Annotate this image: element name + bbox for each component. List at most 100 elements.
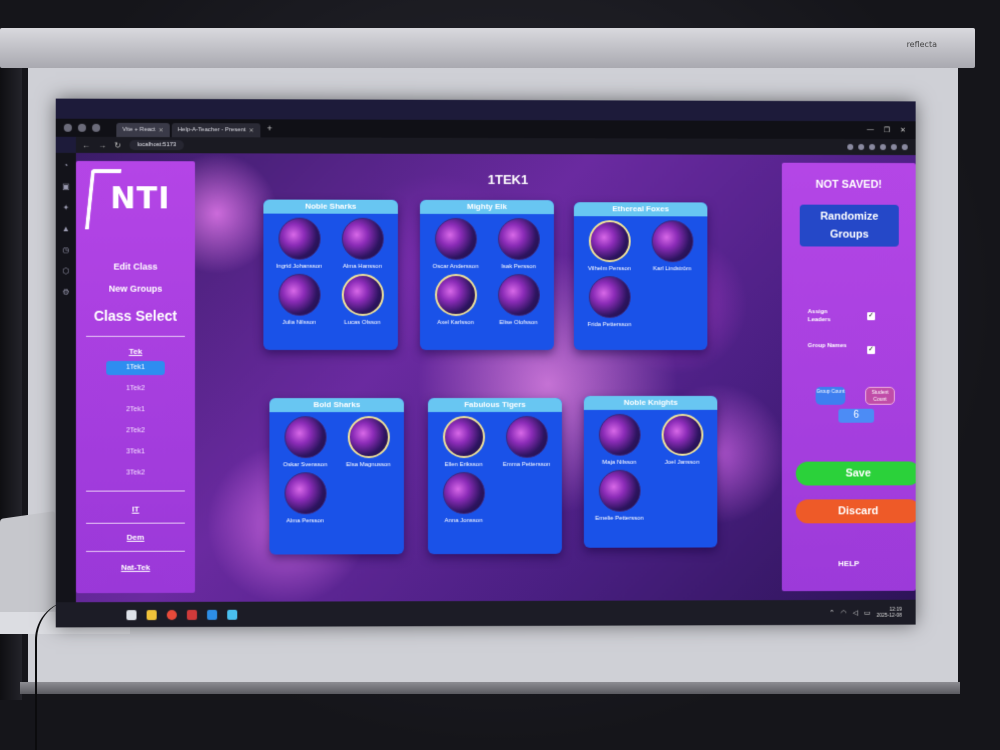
group-names-checkbox[interactable]: ✓ bbox=[867, 346, 876, 355]
leader-avatar bbox=[434, 273, 477, 316]
member[interactable]: Alma Persson bbox=[273, 472, 336, 524]
minimize-button[interactable]: — bbox=[867, 126, 874, 134]
battery-icon[interactable]: ▭ bbox=[864, 608, 871, 616]
category-nat-tek[interactable]: Nat-Tek bbox=[76, 563, 195, 572]
bag-icon[interactable]: ▣ bbox=[62, 182, 70, 191]
projector-screen-housing: reflecta bbox=[0, 28, 975, 68]
group-card[interactable]: Fabulous Tigers Ellen Eriksson Emma Pett… bbox=[427, 397, 562, 555]
avatar bbox=[277, 217, 321, 260]
discard-button[interactable]: Discard bbox=[795, 499, 916, 524]
chevron-up-icon[interactable]: ⌃ bbox=[829, 608, 835, 616]
save-button[interactable]: Save bbox=[795, 461, 916, 486]
cube-icon[interactable]: ⬡ bbox=[62, 266, 69, 275]
category-tek[interactable]: Tek bbox=[76, 347, 195, 356]
member[interactable]: Oskar Svensson bbox=[273, 416, 336, 468]
reload-button[interactable]: ↻ bbox=[114, 140, 121, 149]
maximize-button[interactable]: ❐ bbox=[884, 126, 890, 134]
class-1tek2[interactable]: 1Tek2 bbox=[106, 382, 165, 396]
member[interactable]: Ingrid Johansson bbox=[267, 217, 330, 270]
class-2tek1[interactable]: 2Tek1 bbox=[106, 403, 165, 417]
vscode-icon[interactable] bbox=[207, 609, 218, 620]
wifi-icon[interactable]: ◠ bbox=[841, 608, 847, 616]
opera-icon[interactable] bbox=[186, 609, 197, 620]
file-explorer-icon[interactable] bbox=[146, 609, 157, 620]
member-leader[interactable]: Elsa Magnusson bbox=[337, 416, 400, 468]
member[interactable]: Alma Hansson bbox=[331, 217, 394, 270]
settings-icon[interactable] bbox=[890, 144, 897, 151]
member-name: Elsa Magnusson bbox=[346, 462, 391, 469]
category-dem[interactable]: Dem bbox=[76, 533, 195, 542]
clock[interactable]: 12:19 2025-12-08 bbox=[876, 606, 901, 618]
member-leader[interactable]: Ellen Eriksson bbox=[432, 416, 495, 468]
count-input[interactable]: 6 bbox=[838, 408, 875, 423]
forward-button[interactable]: → bbox=[98, 140, 106, 149]
edit-class-link[interactable]: Edit Class bbox=[76, 261, 195, 272]
member[interactable]: Karl Lindström bbox=[641, 220, 704, 272]
extension-icon[interactable] bbox=[92, 123, 101, 132]
class-3tek2[interactable]: 3Tek2 bbox=[106, 466, 165, 480]
volume-icon[interactable]: ◁ bbox=[853, 608, 858, 616]
member-name: Joel Jansson bbox=[664, 459, 700, 466]
back-button[interactable]: ← bbox=[82, 140, 90, 149]
extension-icon[interactable] bbox=[858, 144, 865, 151]
url-field[interactable]: localhost:5173 bbox=[129, 140, 185, 151]
member-leader[interactable]: Lucas Olsson bbox=[331, 273, 394, 326]
browser-menu-icon[interactable] bbox=[63, 123, 72, 132]
profile-avatar-icon[interactable] bbox=[901, 144, 908, 151]
close-icon[interactable]: ✕ bbox=[249, 127, 254, 134]
member-leader[interactable]: Vilhelm Persson bbox=[578, 220, 641, 272]
group-name: Bold Sharks bbox=[269, 398, 404, 413]
star-icon[interactable]: ✦ bbox=[62, 203, 69, 212]
member-name: Ellen Eriksson bbox=[444, 462, 483, 469]
member-grid: Ellen Eriksson Emma Pettersson Anna Jons… bbox=[428, 412, 562, 526]
member[interactable]: Isak Persson bbox=[487, 218, 550, 270]
tab-vite-react[interactable]: Vite + React ✕ bbox=[116, 122, 170, 138]
history-icon[interactable]: ◷ bbox=[62, 245, 69, 254]
aria-icon[interactable]: ▲ bbox=[62, 224, 70, 233]
close-window-button[interactable]: ✕ bbox=[900, 126, 906, 134]
member[interactable]: Emelie Pettersson bbox=[588, 469, 651, 522]
group-names-label: Group Names bbox=[807, 343, 847, 350]
group-count-toggle[interactable]: Group Count bbox=[815, 386, 846, 405]
member-name: Axel Karlsson bbox=[437, 319, 474, 326]
member[interactable]: Anna Jonsson bbox=[432, 472, 495, 524]
help-link[interactable]: HELP bbox=[782, 559, 916, 568]
taskbar: ⌃ ◠ ◁ ▭ 12:19 2025-12-08 bbox=[55, 599, 916, 628]
new-tab-button[interactable]: + bbox=[262, 123, 277, 133]
member-leader[interactable]: Axel Karlsson bbox=[424, 273, 487, 326]
member[interactable]: Oscar Andersson bbox=[424, 217, 487, 270]
download-icon[interactable] bbox=[880, 144, 886, 151]
member-leader[interactable]: Joel Jansson bbox=[651, 413, 714, 466]
projection-screen-bar bbox=[20, 682, 960, 694]
speed-dial-icon[interactable]: ◔ bbox=[63, 161, 68, 170]
new-groups-link[interactable]: New Groups bbox=[76, 284, 195, 294]
group-card[interactable]: Noble Sharks Ingrid Johansson Alma Hanss… bbox=[263, 199, 398, 350]
gear-icon[interactable]: ⚙ bbox=[62, 288, 69, 297]
member[interactable]: Elise Olofsson bbox=[487, 274, 550, 326]
page-title: 1TEK1 bbox=[487, 171, 529, 188]
member[interactable]: Julia Nilsson bbox=[267, 273, 330, 326]
tab-help-a-teacher[interactable]: Help-A-Teacher - Present ✕ bbox=[171, 123, 260, 138]
class-1tek1[interactable]: 1Tek1 bbox=[106, 360, 165, 376]
category-it[interactable]: IT bbox=[76, 505, 195, 514]
group-card[interactable]: Noble Knights Maja Nilsson Joel Jansson … bbox=[583, 395, 718, 548]
student-count-toggle[interactable]: Student Count bbox=[865, 386, 895, 405]
member[interactable]: Emma Pettersson bbox=[495, 415, 558, 468]
assign-leaders-checkbox[interactable]: ✓ bbox=[867, 312, 876, 321]
group-card[interactable]: Mighty Elk Oscar Andersson Isak Persson … bbox=[419, 199, 554, 351]
extension-icon[interactable] bbox=[847, 143, 854, 150]
workspaces-icon[interactable] bbox=[77, 123, 87, 132]
extension-icon[interactable] bbox=[869, 144, 876, 151]
class-2tek2[interactable]: 2Tek2 bbox=[106, 424, 165, 438]
group-card[interactable]: Ethereal Foxes Vilhelm Persson Karl Lind… bbox=[573, 202, 708, 351]
app-icon[interactable] bbox=[227, 609, 238, 620]
member[interactable]: Frida Pettersson bbox=[578, 276, 641, 328]
randomize-groups-button[interactable]: Randomize Groups bbox=[799, 204, 899, 247]
task-view-icon[interactable] bbox=[126, 609, 137, 620]
chrome-icon[interactable] bbox=[166, 609, 177, 620]
class-3tek1[interactable]: 3Tek1 bbox=[106, 445, 165, 459]
group-card[interactable]: Bold Sharks Oskar Svensson Elsa Magnusso… bbox=[269, 398, 404, 555]
member[interactable]: Maja Nilsson bbox=[588, 413, 651, 466]
close-icon[interactable]: ✕ bbox=[158, 127, 163, 134]
member-name: Frida Pettersson bbox=[587, 322, 632, 329]
